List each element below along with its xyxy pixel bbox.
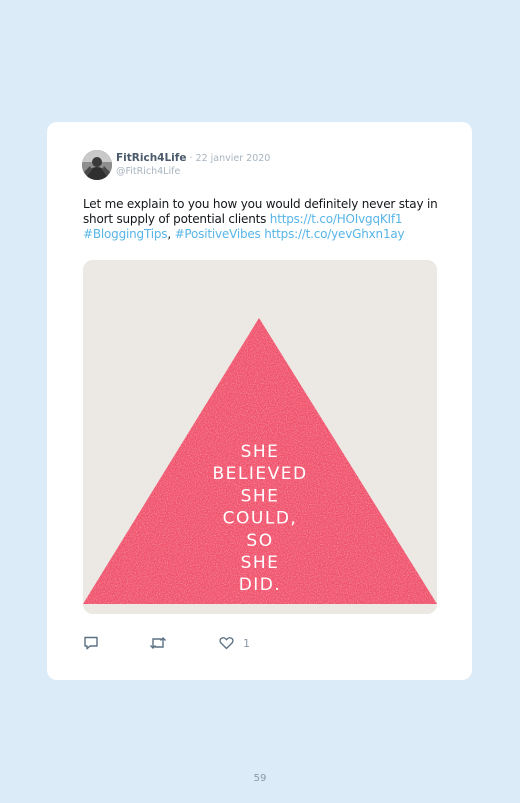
tweet-text: Let me explain to you how you would defi… xyxy=(83,197,443,242)
quote-line: SO xyxy=(246,531,273,551)
retweet-icon xyxy=(150,637,166,649)
tweet-date[interactable]: 22 janvier 2020 xyxy=(196,153,271,164)
quote-line: COULD, xyxy=(223,509,298,529)
heart-icon xyxy=(219,637,234,650)
avatar[interactable] xyxy=(82,150,112,180)
page-number: 59 xyxy=(253,773,267,784)
hashtag-bloggingtips[interactable]: #BloggingTips xyxy=(83,227,168,241)
like-button[interactable]: 1 xyxy=(219,634,250,652)
avatar-image xyxy=(82,150,112,180)
quote-image: SHEBELIEVEDSHECOULD,SOSHEDID. xyxy=(83,260,437,614)
tweet-card: FitRich4Life · 22 janvier 2020 @FitRich4… xyxy=(47,122,472,680)
tweet-actions: 1 xyxy=(83,634,383,654)
quote-line: SHE xyxy=(241,486,280,506)
tweet-link-2[interactable]: https://t.co/yevGhxn1ay xyxy=(264,227,404,241)
quote-line: SHE xyxy=(241,442,280,462)
author-line: FitRich4Life · 22 janvier 2020 xyxy=(116,152,270,164)
reply-icon xyxy=(84,636,98,650)
reply-button[interactable] xyxy=(83,634,99,652)
tweet-image[interactable]: SHE BELIEVED SHE COULD, SO SHE DID. xyxy=(83,260,437,614)
quote-line: DID. xyxy=(239,575,282,595)
quote-line: BELIEVED xyxy=(212,464,307,484)
tweet-link-1[interactable]: https://t.co/HOIvgqKIf1 xyxy=(270,212,403,226)
retweet-button[interactable] xyxy=(149,634,167,652)
quote-line: SHE xyxy=(241,553,280,573)
separator-dot: · xyxy=(186,153,196,164)
hashtag-positivevibes[interactable]: #PositiveVibes xyxy=(175,227,261,241)
like-count: 1 xyxy=(243,636,250,650)
author-handle[interactable]: @FitRich4Life xyxy=(116,166,180,177)
hashtag-separator: , xyxy=(167,227,175,241)
author-display-name[interactable]: FitRich4Life xyxy=(116,152,186,164)
